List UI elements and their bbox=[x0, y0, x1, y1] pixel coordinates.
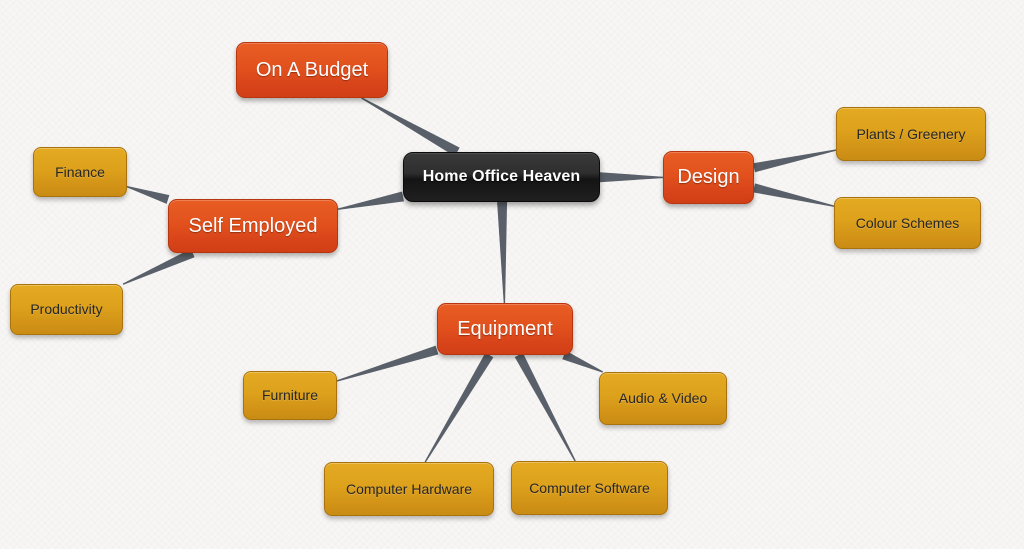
node-equipment[interactable]: Equipment bbox=[437, 303, 573, 355]
node-computer-hardware[interactable]: Computer Hardware bbox=[324, 462, 494, 516]
edge-root-equipment bbox=[497, 201, 508, 304]
edge-root-self-employed bbox=[337, 191, 404, 210]
edge-design-plants-greenery bbox=[753, 149, 837, 173]
node-label: Finance bbox=[55, 163, 105, 180]
node-plants-greenery[interactable]: Plants / Greenery bbox=[836, 107, 986, 161]
node-label: Colour Schemes bbox=[855, 214, 960, 231]
node-label: Plants / Greenery bbox=[856, 125, 966, 142]
edge-equipment-computer-hardware bbox=[424, 352, 494, 463]
node-label: Home Office Heaven bbox=[422, 167, 581, 185]
node-label: Productivity bbox=[30, 301, 103, 318]
edge-equipment-furniture bbox=[336, 345, 439, 382]
node-computer-software[interactable]: Computer Software bbox=[511, 461, 668, 515]
node-label: Computer Hardware bbox=[345, 480, 473, 497]
edge-design-colour-schemes bbox=[752, 183, 835, 207]
node-label: Computer Software bbox=[529, 479, 650, 496]
edge-equipment-audio-video bbox=[562, 350, 604, 373]
edge-equipment-computer-software bbox=[514, 352, 576, 462]
node-colour-schemes[interactable]: Colour Schemes bbox=[834, 197, 981, 249]
node-label: Design bbox=[677, 166, 740, 188]
edge-root-design bbox=[599, 172, 664, 183]
node-label: Self Employed bbox=[188, 214, 318, 237]
node-audio-video[interactable]: Audio & Video bbox=[599, 372, 727, 425]
node-label: Equipment bbox=[457, 317, 553, 340]
node-label: Furniture bbox=[261, 387, 319, 404]
edge-root-on-a-budget bbox=[361, 97, 460, 157]
node-productivity[interactable]: Productivity bbox=[10, 284, 123, 335]
node-finance[interactable]: Finance bbox=[33, 147, 127, 197]
node-home-office-heaven[interactable]: Home Office Heaven bbox=[403, 152, 600, 202]
edge-self-employed-productivity bbox=[122, 248, 195, 285]
node-on-a-budget[interactable]: On A Budget bbox=[236, 42, 388, 98]
edge-self-employed-finance bbox=[126, 186, 170, 204]
node-design[interactable]: Design bbox=[663, 151, 754, 204]
node-self-employed[interactable]: Self Employed bbox=[168, 199, 338, 253]
node-furniture[interactable]: Furniture bbox=[243, 371, 337, 420]
node-label: On A Budget bbox=[255, 58, 369, 81]
node-label: Audio & Video bbox=[618, 390, 708, 407]
mind-map-canvas: Home Office Heaven On A Budget Self Empl… bbox=[0, 0, 1024, 549]
